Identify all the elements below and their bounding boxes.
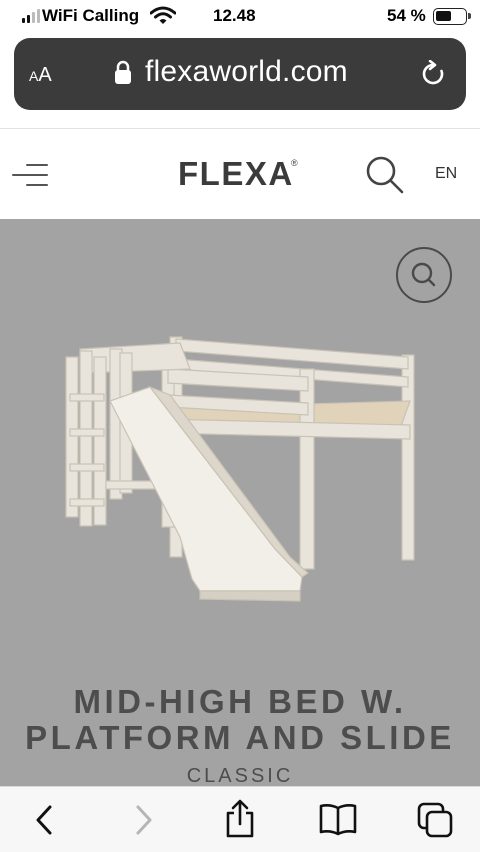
magnifier-icon xyxy=(411,262,436,287)
flexa-logo[interactable]: FLEXA xyxy=(178,155,294,193)
lock-icon xyxy=(115,60,131,84)
status-bar: WiFi Calling 12.48 54 % xyxy=(0,0,480,34)
product-hero: MID-HIGH BED W. PLATFORM AND SLIDE CLASS… xyxy=(0,219,480,786)
bookmarks-icon[interactable] xyxy=(318,802,358,836)
forward-icon[interactable] xyxy=(132,803,156,837)
wifi-icon xyxy=(150,6,176,24)
language-selector[interactable]: EN xyxy=(435,165,457,183)
tabs-icon[interactable] xyxy=(416,801,454,839)
url-text[interactable]: flexaworld.com xyxy=(145,55,348,89)
registered-mark: ® xyxy=(291,158,298,168)
battery-icon xyxy=(433,8,471,25)
product-collection: CLASSIC xyxy=(186,765,294,786)
battery-level xyxy=(436,11,451,21)
share-icon[interactable] xyxy=(224,799,256,839)
product-image[interactable] xyxy=(50,329,430,629)
battery-percent: 54 % xyxy=(387,6,426,25)
text-size-button[interactable]: AA xyxy=(29,64,52,87)
clock: 12.48 xyxy=(213,6,256,25)
reload-icon[interactable] xyxy=(420,60,446,88)
product-title-line-2: PLATFORM AND SLIDE xyxy=(25,719,455,756)
product-title-line-1: MID-HIGH BED W. xyxy=(73,683,407,720)
signal-strength-icon xyxy=(22,9,40,23)
search-icon[interactable] xyxy=(363,153,407,197)
carrier-label: WiFi Calling xyxy=(42,6,140,25)
back-icon[interactable] xyxy=(32,803,56,837)
zoom-button[interactable] xyxy=(396,247,452,303)
site-header: FLEXA ® EN xyxy=(0,129,480,219)
browser-toolbar xyxy=(0,786,480,852)
address-bar[interactable]: AA flexaworld.com xyxy=(14,38,466,110)
menu-icon[interactable] xyxy=(12,162,48,188)
